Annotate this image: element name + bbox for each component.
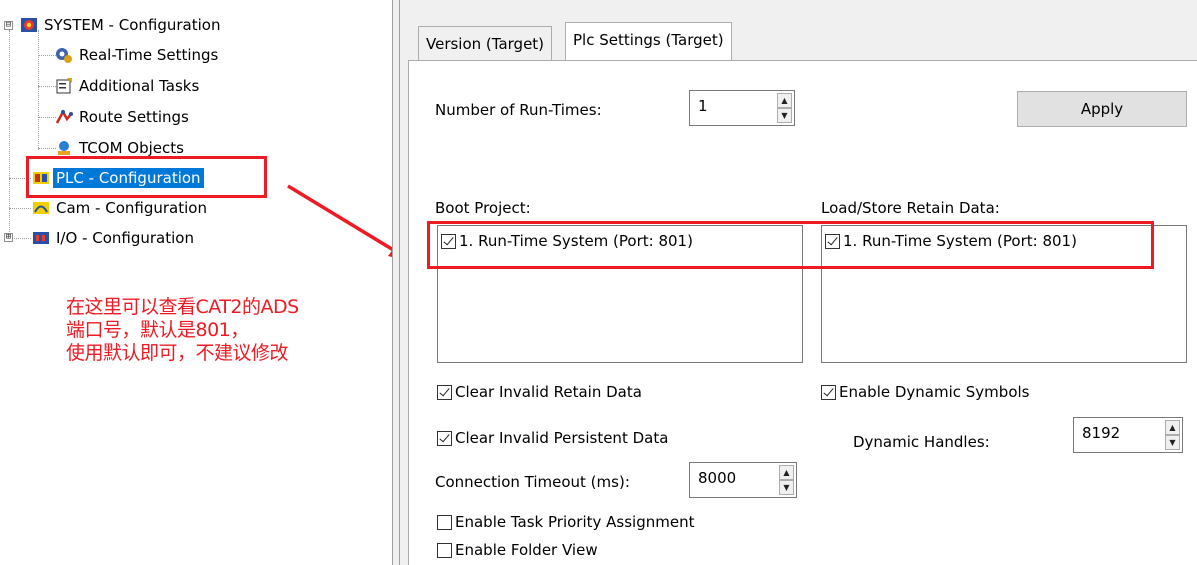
dynamic-handles-stepper[interactable]: 8192 ▲ ▼ xyxy=(1073,417,1183,453)
retain-data-label: Load/Store Retain Data: xyxy=(821,199,1000,217)
tab-version-target[interactable]: Version (Target) xyxy=(418,26,553,60)
tcom-objects-icon xyxy=(58,141,70,155)
tree-item-cam-configuration[interactable]: Cam - Configuration xyxy=(32,197,210,219)
tree-item-io-configuration[interactable]: I/O - Configuration xyxy=(32,227,197,249)
tree-item-label: Additional Tasks xyxy=(79,77,200,95)
solution-tree: ⊟ ⊞ SYSTEM - Configuration Real-Time Set… xyxy=(0,0,392,565)
highlight-box-runtime-port xyxy=(427,221,1154,269)
runtimes-stepper[interactable]: 1 ▲ ▼ xyxy=(689,90,795,126)
spin-down-icon[interactable]: ▼ xyxy=(779,480,794,495)
task-priority-checkbox[interactable]: Enable Task Priority Assignment xyxy=(437,513,694,531)
realtime-settings-icon xyxy=(56,48,72,63)
clear-persistent-checkbox[interactable]: Clear Invalid Persistent Data xyxy=(437,429,668,447)
checkbox-unchecked-icon[interactable] xyxy=(437,514,452,530)
connection-timeout-label: Connection Timeout (ms): xyxy=(435,473,630,491)
spin-down-icon[interactable]: ▼ xyxy=(1165,435,1180,450)
collapse-system-icon[interactable]: ⊟ xyxy=(4,21,13,30)
tree-item-additional-tasks[interactable]: Additional Tasks xyxy=(55,75,202,97)
spin-down-icon[interactable]: ▼ xyxy=(777,108,792,123)
spin-up-icon[interactable]: ▲ xyxy=(777,93,792,108)
tree-item-label: TCOM Objects xyxy=(79,139,184,157)
spin-up-icon[interactable]: ▲ xyxy=(1165,420,1180,435)
tree-item-label: I/O - Configuration xyxy=(56,229,194,247)
annotation-text: 在这里可以查看CAT2的ADS 端口号，默认是801， 使用默认即可，不建议修改 xyxy=(66,296,386,365)
io-config-icon xyxy=(33,232,49,244)
highlight-box-plc xyxy=(26,156,267,198)
tree-item-label: Real-Time Settings xyxy=(79,46,219,64)
connection-timeout-value: 8000 xyxy=(698,469,737,487)
dynamic-symbols-label: Enable Dynamic Symbols xyxy=(839,383,1030,401)
clear-retain-checkbox[interactable]: Clear Invalid Retain Data xyxy=(437,383,642,401)
checkbox-checked-icon[interactable] xyxy=(437,430,452,446)
tree-item-label: Route Settings xyxy=(79,108,189,126)
folder-view-checkbox[interactable]: Enable Folder View xyxy=(437,541,598,559)
annotation-line-1: 在这里可以查看CAT2的ADS xyxy=(66,296,299,318)
dynamic-symbols-checkbox[interactable]: Enable Dynamic Symbols xyxy=(821,383,1029,401)
tree-item-system-configuration[interactable]: SYSTEM - Configuration xyxy=(20,14,223,36)
tree-item-real-time-settings[interactable]: Real-Time Settings xyxy=(55,44,221,66)
dynamic-handles-value: 8192 xyxy=(1082,424,1121,442)
pane-splitter[interactable] xyxy=(392,0,400,565)
runtimes-label: Number of Run-Times: xyxy=(435,101,602,119)
clear-retain-label: Clear Invalid Retain Data xyxy=(455,383,642,401)
additional-tasks-icon xyxy=(56,78,72,94)
cam-config-icon xyxy=(33,202,49,214)
expand-io-icon[interactable]: ⊞ xyxy=(4,233,13,242)
checkbox-unchecked-icon[interactable] xyxy=(437,542,452,558)
route-settings-icon xyxy=(55,109,73,124)
spin-up-icon[interactable]: ▲ xyxy=(779,465,794,480)
tab-label: Plc Settings (Target) xyxy=(573,31,724,49)
tree-item-route-settings[interactable]: Route Settings xyxy=(55,106,192,128)
system-config-icon xyxy=(21,18,37,32)
tree-item-label: Cam - Configuration xyxy=(56,199,207,217)
folder-view-label: Enable Folder View xyxy=(455,541,598,559)
plc-settings-page: Number of Run-Times: 1 ▲ ▼ Apply Boot Pr… xyxy=(408,60,1197,565)
connection-timeout-stepper[interactable]: 8000 ▲ ▼ xyxy=(689,462,797,498)
task-priority-label: Enable Task Priority Assignment xyxy=(455,513,695,531)
checkbox-checked-icon[interactable] xyxy=(437,384,452,400)
tab-label: Version (Target) xyxy=(426,35,545,53)
tree-item-label: SYSTEM - Configuration xyxy=(44,16,221,34)
dynamic-handles-label: Dynamic Handles: xyxy=(853,433,990,451)
apply-button[interactable]: Apply xyxy=(1017,91,1187,127)
clear-persistent-label: Clear Invalid Persistent Data xyxy=(455,429,669,447)
tab-plc-settings-target[interactable]: Plc Settings (Target) xyxy=(565,22,732,60)
properties-pane: Version (Target) Plc Settings (Target) N… xyxy=(400,0,1197,565)
annotation-line-3: 使用默认即可，不建议修改 xyxy=(66,342,289,364)
checkbox-checked-icon[interactable] xyxy=(821,384,836,400)
boot-project-label: Boot Project: xyxy=(435,199,531,217)
annotation-line-2: 端口号，默认是801， xyxy=(66,319,249,341)
runtimes-value: 1 xyxy=(698,97,708,115)
